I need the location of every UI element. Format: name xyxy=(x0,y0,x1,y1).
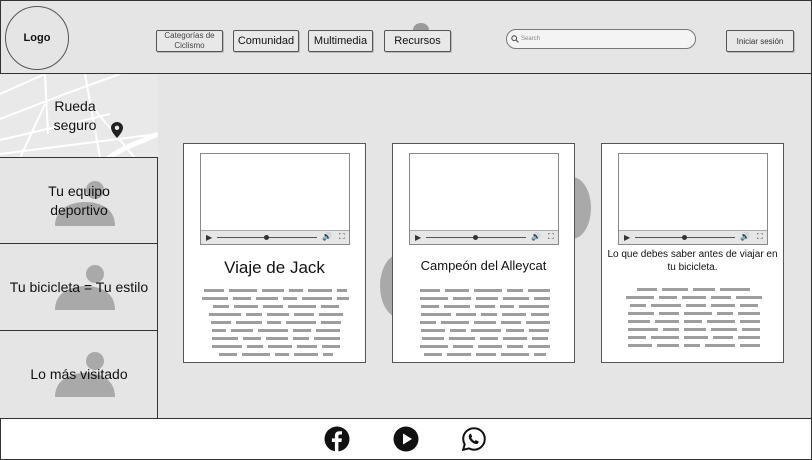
nav-button-multimedia[interactable]: Multimedia xyxy=(308,30,373,52)
youtube-icon[interactable] xyxy=(393,426,419,452)
whatsapp-icon[interactable] xyxy=(461,426,487,452)
sidebar: Rueda seguro Tu equipo deportivo Tu bici… xyxy=(0,74,158,418)
video-player[interactable]: ▶ 🔊 ⛶ xyxy=(200,153,350,245)
text-placeholder xyxy=(196,286,355,358)
text-placeholder xyxy=(405,286,564,358)
login-button[interactable]: Iniciar sesión xyxy=(726,30,794,52)
sidebar-item-ride-safe[interactable]: Rueda seguro xyxy=(0,74,158,158)
header: Logo Categorías de Ciclismo Comunidad Mu… xyxy=(0,0,812,74)
sidebar-item-label: Lo más visitado xyxy=(30,366,128,382)
nav-button-community[interactable]: Comunidad xyxy=(233,30,299,52)
video-controls: ▶ 🔊 ⛶ xyxy=(619,230,767,244)
fullscreen-icon[interactable]: ⛶ xyxy=(548,232,554,242)
volume-icon[interactable]: 🔊 xyxy=(531,232,541,241)
map-pin-icon xyxy=(111,122,123,138)
video-controls: ▶ 🔊 ⛶ xyxy=(201,230,349,244)
volume-icon[interactable]: 🔊 xyxy=(322,232,332,241)
facebook-icon[interactable] xyxy=(324,426,350,452)
play-icon[interactable]: ▶ xyxy=(206,233,212,242)
text-placeholder xyxy=(614,285,773,349)
sidebar-item-sports-gear[interactable]: Tu equipo deportivo xyxy=(0,158,158,244)
sidebar-item-bike-style[interactable]: Tu bicicleta = Tu estilo xyxy=(0,244,158,331)
video-controls: ▶ 🔊 ⛶ xyxy=(410,230,558,244)
sidebar-item-label: Tu equipo deportivo xyxy=(48,182,110,218)
nav-button-categories[interactable]: Categorías de Ciclismo xyxy=(156,30,223,52)
fullscreen-icon[interactable]: ⛶ xyxy=(339,232,345,242)
video-card[interactable]: ▶ 🔊 ⛶ Viaje de Jack xyxy=(183,143,366,363)
play-icon[interactable]: ▶ xyxy=(624,233,630,242)
logo[interactable]: Logo xyxy=(5,6,69,70)
video-card[interactable]: ▶ 🔊 ⛶ Campeón del Alleycat xyxy=(392,143,575,363)
search-placeholder: Search xyxy=(521,36,541,42)
play-icon[interactable]: ▶ xyxy=(415,233,421,242)
sidebar-item-label: Tu bicicleta = Tu estilo xyxy=(9,278,149,295)
sidebar-item-label: Rueda seguro xyxy=(53,97,97,133)
search-input[interactable]: Search xyxy=(506,29,696,49)
fullscreen-icon[interactable]: ⛶ xyxy=(757,232,763,242)
card-title: Lo que debes saber antes de viajar en tu… xyxy=(607,249,778,273)
video-card[interactable]: ▶ 🔊 ⛶ Lo que debes saber antes de viajar… xyxy=(601,143,784,363)
progress-handle[interactable] xyxy=(473,235,478,240)
video-player[interactable]: ▶ 🔊 ⛶ xyxy=(409,153,559,245)
video-player[interactable]: ▶ 🔊 ⛶ xyxy=(618,153,768,245)
card-title: Campeón del Alleycat xyxy=(420,258,547,273)
footer xyxy=(0,418,812,460)
sidebar-item-most-visited[interactable]: Lo más visitado xyxy=(0,331,158,418)
card-title: Viaje de Jack xyxy=(224,258,325,277)
progress-handle[interactable] xyxy=(264,235,269,240)
nav-button-resources[interactable]: Recursos xyxy=(384,30,451,52)
search-icon xyxy=(511,35,519,43)
progress-handle[interactable] xyxy=(682,235,687,240)
main-content: ▶ 🔊 ⛶ Viaje de Jack ▶ 🔊 ⛶ Campeón del Al… xyxy=(158,74,812,418)
volume-icon[interactable]: 🔊 xyxy=(740,232,750,241)
